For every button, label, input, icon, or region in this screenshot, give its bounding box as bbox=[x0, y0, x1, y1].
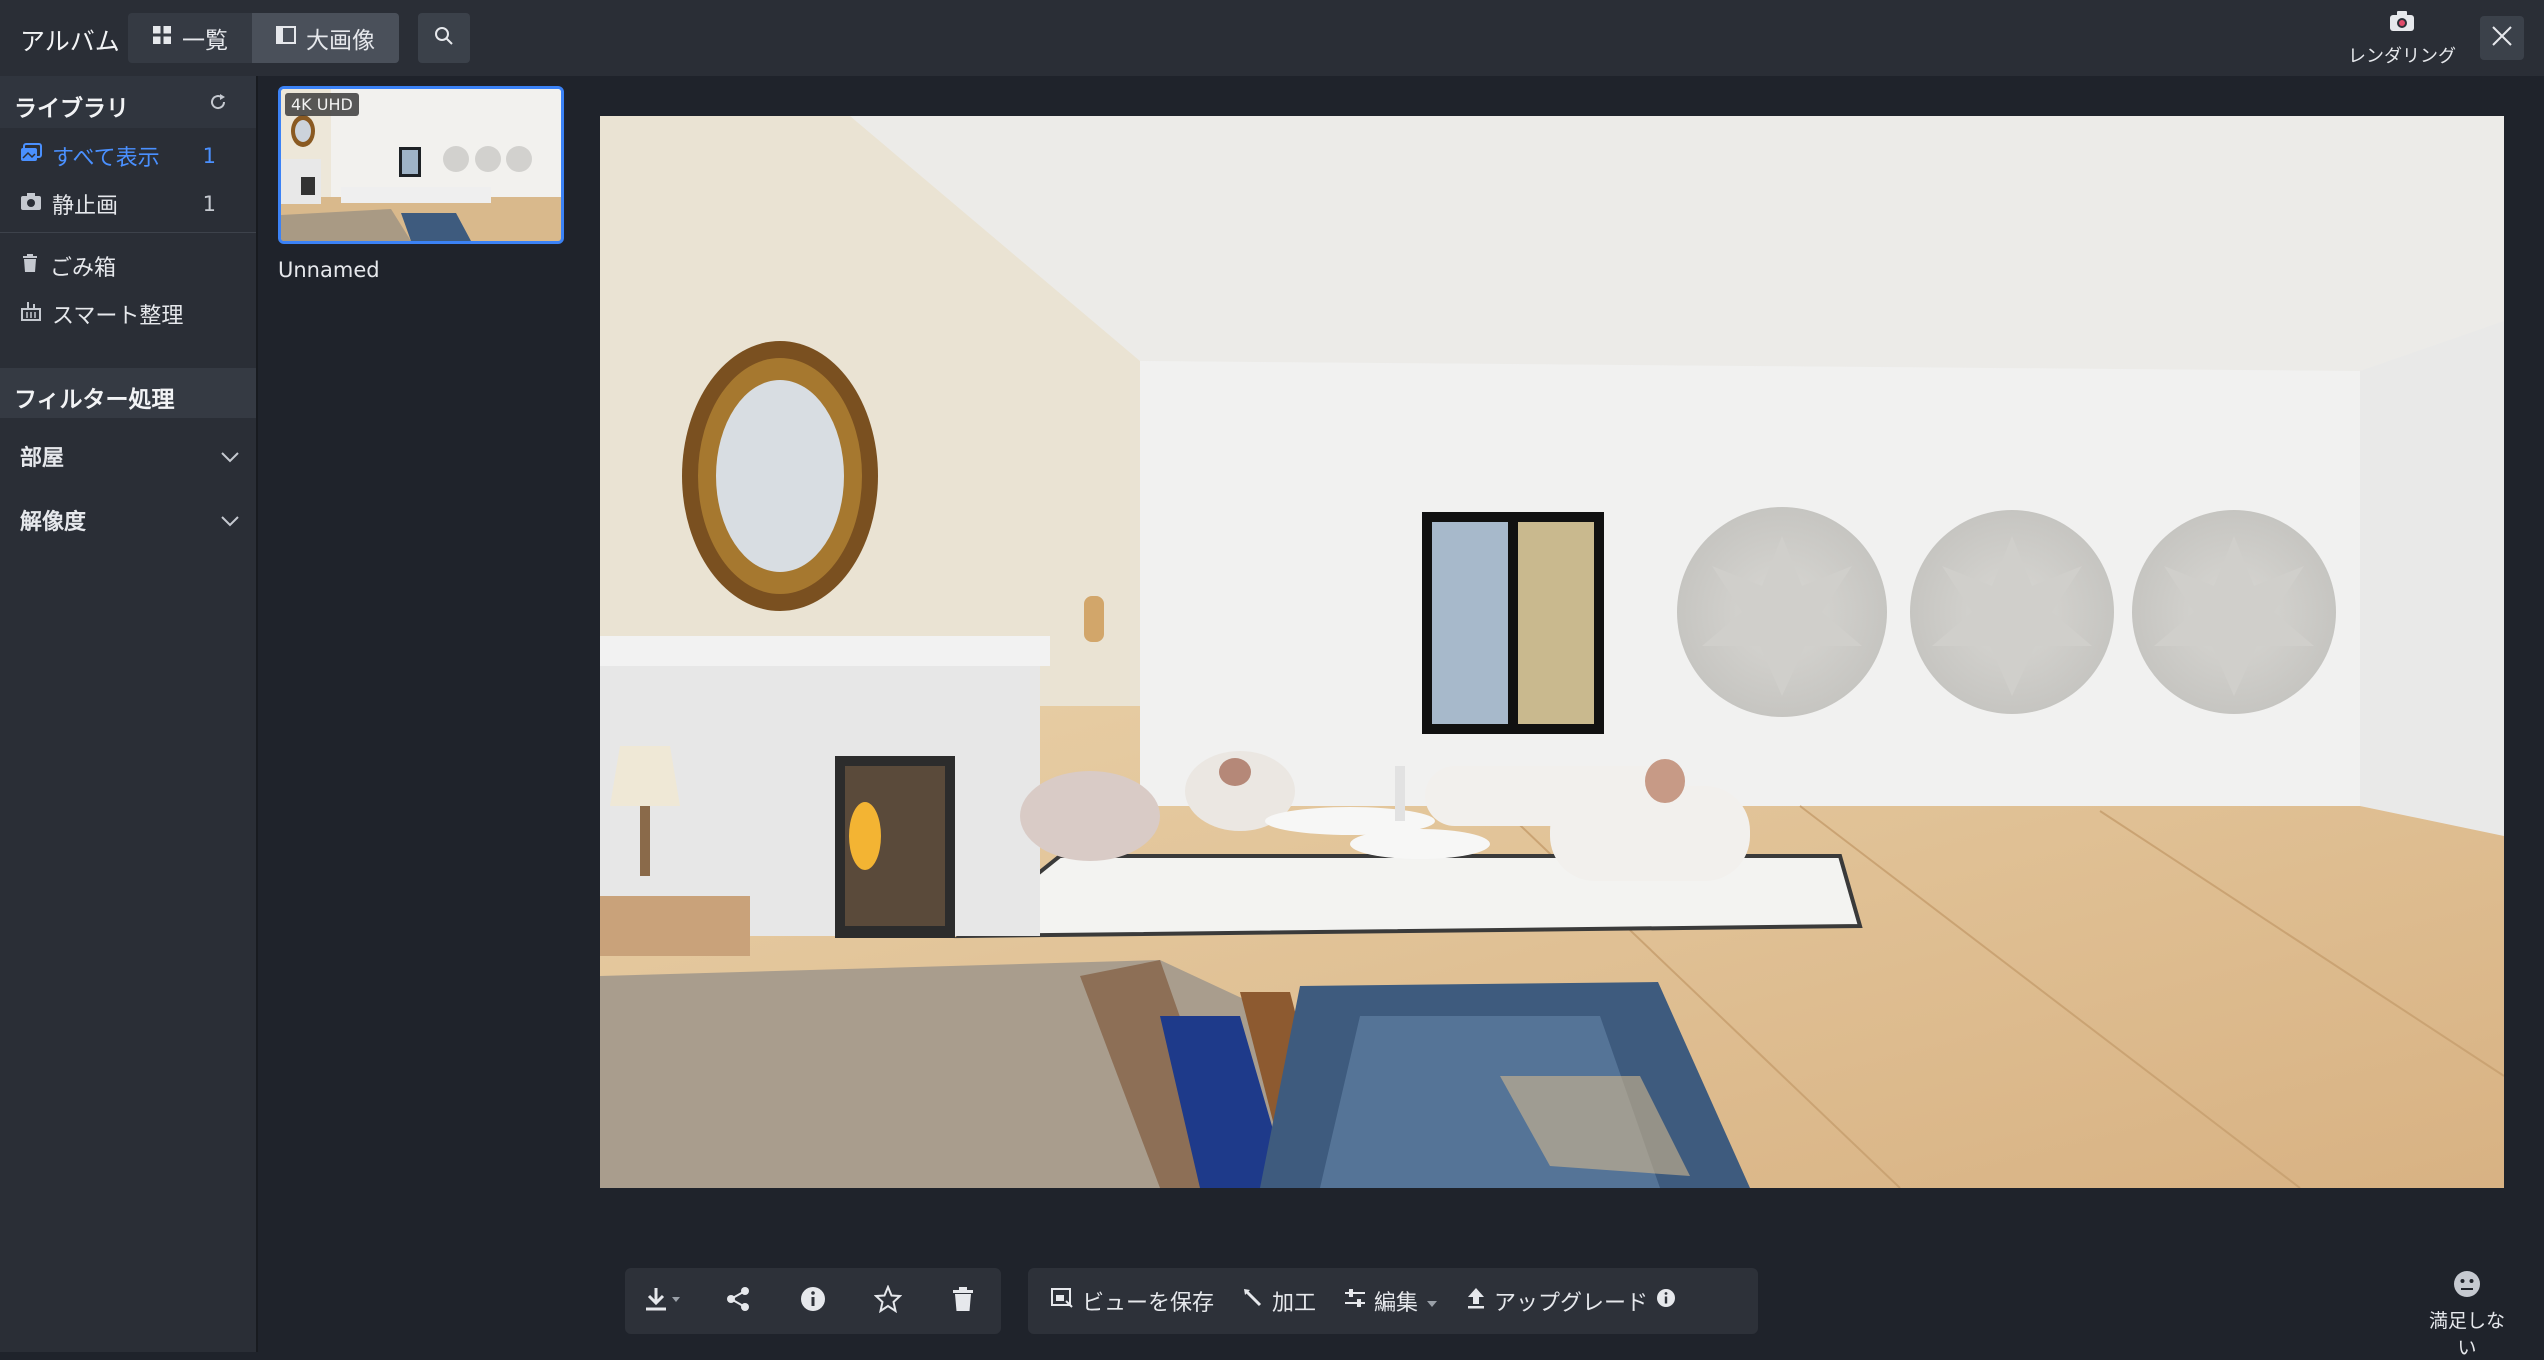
filter-title: フィルター処理 bbox=[14, 387, 175, 413]
top-bar: アルバム 一覧 大画像 レンダリング bbox=[0, 0, 2544, 76]
sidebar-item-label: すべて表示 bbox=[52, 146, 160, 171]
info-button[interactable] bbox=[788, 1276, 838, 1326]
search-button[interactable] bbox=[418, 13, 470, 63]
download-icon bbox=[644, 1286, 682, 1316]
close-icon bbox=[2491, 25, 2513, 51]
chevron-down-icon bbox=[220, 444, 240, 469]
large-image-icon bbox=[276, 25, 296, 51]
sidebar: ライブラリ すべて表示 1 静止画 1 ごみ箱 スマート整理 フィルター処理 部… bbox=[0, 76, 258, 1352]
sidebar-item-smart-organize[interactable]: スマート整理 bbox=[20, 298, 216, 330]
thumbnail-name: Unnamed bbox=[278, 258, 380, 282]
filter-resolution[interactable]: 解像度 bbox=[20, 504, 240, 536]
basket-icon bbox=[20, 301, 42, 327]
image-actions-toolbar bbox=[625, 1268, 1001, 1334]
save-view-label: ビューを保存 bbox=[1082, 1291, 1215, 1316]
camera-icon bbox=[20, 191, 42, 217]
edit-actions-toolbar: ビューを保存 加工 編集 アップグレード bbox=[1028, 1268, 1758, 1334]
trash-icon bbox=[950, 1286, 976, 1316]
info-icon bbox=[1656, 1288, 1676, 1314]
feedback-button[interactable]: 満足しない bbox=[2422, 1270, 2512, 1360]
sidebar-divider bbox=[0, 232, 256, 233]
upgrade-button[interactable]: アップグレード bbox=[1466, 1285, 1676, 1317]
close-button[interactable] bbox=[2480, 16, 2524, 60]
search-icon bbox=[434, 26, 454, 50]
upgrade-label: アップグレード bbox=[1494, 1291, 1649, 1316]
delete-button[interactable] bbox=[938, 1276, 988, 1326]
trash-icon bbox=[20, 253, 40, 279]
photos-icon bbox=[20, 143, 42, 169]
resolution-badge: 4K UHD bbox=[285, 93, 359, 116]
download-button[interactable] bbox=[638, 1276, 688, 1326]
share-icon bbox=[725, 1286, 751, 1316]
sidebar-item-count: 1 bbox=[202, 192, 216, 216]
save-view-icon bbox=[1050, 1287, 1074, 1315]
edit-label: 編集 bbox=[1374, 1291, 1419, 1316]
library-header: ライブラリ bbox=[0, 76, 256, 128]
sidebar-item-trash[interactable]: ごみ箱 bbox=[20, 250, 216, 282]
app-title: アルバム bbox=[20, 27, 120, 56]
chevron-down-icon bbox=[220, 508, 240, 533]
render-button[interactable]: レンダリング bbox=[2344, 10, 2460, 68]
view-list-label: 一覧 bbox=[182, 28, 228, 54]
star-icon bbox=[873, 1284, 903, 1317]
library-title: ライブラリ bbox=[14, 96, 129, 122]
sidebar-item-all[interactable]: すべて表示 1 bbox=[20, 140, 216, 172]
sidebar-item-label: 静止画 bbox=[52, 194, 119, 219]
filter-label: 部屋 bbox=[20, 446, 65, 471]
neutral-face-icon bbox=[2453, 1271, 2481, 1302]
view-list-button[interactable]: 一覧 bbox=[128, 13, 252, 63]
filter-label: 解像度 bbox=[20, 510, 87, 535]
sidebar-item-label: ごみ箱 bbox=[50, 256, 117, 281]
info-icon bbox=[800, 1286, 826, 1316]
sidebar-item-count: 1 bbox=[202, 144, 216, 168]
render-label: レンダリング bbox=[2348, 46, 2456, 67]
process-button[interactable]: 加工 bbox=[1242, 1285, 1316, 1317]
sidebar-item-stills[interactable]: 静止画 1 bbox=[20, 188, 216, 220]
refresh-icon[interactable] bbox=[208, 92, 228, 116]
view-large-button[interactable]: 大画像 bbox=[252, 13, 399, 63]
caret-down-icon bbox=[1426, 1289, 1438, 1314]
gallery-panel: 4K UHD Unnamed bbox=[258, 76, 598, 1352]
favorite-button[interactable] bbox=[863, 1276, 913, 1326]
grid-icon bbox=[152, 25, 172, 51]
process-label: 加工 bbox=[1272, 1291, 1317, 1316]
gallery-thumbnail[interactable]: 4K UHD bbox=[278, 86, 564, 244]
share-button[interactable] bbox=[713, 1276, 763, 1326]
upload-icon bbox=[1466, 1287, 1486, 1315]
view-toggle: 一覧 大画像 bbox=[128, 13, 399, 63]
magic-wand-icon bbox=[1242, 1287, 1264, 1315]
view-large-label: 大画像 bbox=[306, 28, 375, 54]
sliders-icon bbox=[1344, 1288, 1366, 1314]
filter-room[interactable]: 部屋 bbox=[20, 440, 240, 472]
save-view-button[interactable]: ビューを保存 bbox=[1050, 1285, 1214, 1317]
sidebar-item-label: スマート整理 bbox=[52, 304, 184, 329]
camera-icon bbox=[2389, 11, 2415, 36]
render-preview-image bbox=[600, 116, 2504, 1188]
edit-dropdown-button[interactable]: 編集 bbox=[1344, 1285, 1438, 1317]
filter-header: フィルター処理 bbox=[0, 368, 256, 418]
